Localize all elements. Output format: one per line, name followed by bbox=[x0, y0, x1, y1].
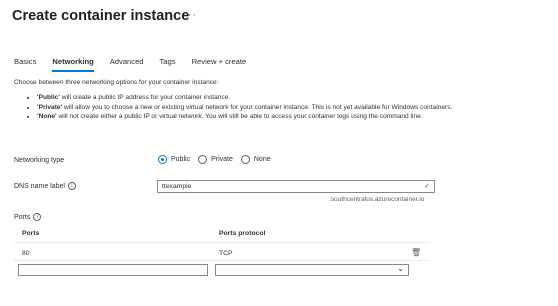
checkmark-icon: ✓ bbox=[424, 183, 430, 190]
radio-label: Private bbox=[211, 156, 233, 163]
new-port-input[interactable] bbox=[18, 264, 208, 276]
option-name: 'None' bbox=[37, 113, 57, 120]
dns-suffix: .southcentralus.azurecontainer.io bbox=[329, 196, 425, 203]
option-desc: will create a public IP address for your… bbox=[59, 94, 231, 101]
dns-name-label: DNS name label bbox=[14, 182, 65, 190]
chevron-down-icon: ⌄ bbox=[397, 264, 404, 273]
radio-selected-icon bbox=[158, 155, 167, 164]
tab-review-create[interactable]: Review + create bbox=[192, 57, 247, 72]
more-icon[interactable]: ··· bbox=[183, 9, 197, 21]
divider bbox=[14, 260, 430, 261]
ports-label: Ports bbox=[14, 213, 31, 221]
radio-label: Public bbox=[171, 156, 191, 163]
radio-private[interactable]: Private bbox=[198, 155, 233, 164]
option-desc: will not create either a public IP or vi… bbox=[56, 113, 423, 120]
column-header-ports-protocol: Ports protocol bbox=[219, 230, 266, 237]
info-icon[interactable]: i bbox=[33, 213, 42, 221]
radio-unselected-icon bbox=[240, 155, 250, 164]
ports-section-label-row: Ports i bbox=[14, 213, 42, 221]
list-item: 'Public' will create a public IP address… bbox=[37, 93, 467, 103]
divider bbox=[14, 242, 430, 243]
port-value: 80 bbox=[22, 250, 30, 257]
column-header-ports: Ports bbox=[22, 230, 40, 237]
protocol-value: TCP bbox=[219, 250, 233, 257]
intro-text: Choose between three networking options … bbox=[14, 79, 219, 86]
option-name: 'Private' bbox=[37, 103, 63, 111]
networking-options-list: 'Public' will create a public IP address… bbox=[27, 93, 467, 122]
tab-advanced[interactable]: Advanced bbox=[110, 57, 144, 72]
tab-networking[interactable]: Networking bbox=[52, 57, 94, 72]
radio-label: None bbox=[253, 156, 271, 163]
dns-name-input[interactable]: ttexample ✓ bbox=[157, 180, 435, 193]
new-protocol-select[interactable]: ⌄ bbox=[215, 264, 409, 276]
list-item: 'None' will not create either a public I… bbox=[37, 112, 467, 122]
dns-label-row: DNS name label i bbox=[14, 182, 76, 190]
info-icon[interactable]: i bbox=[67, 182, 76, 190]
radio-none[interactable]: None bbox=[240, 155, 271, 164]
networking-type-label: Networking type bbox=[14, 157, 65, 164]
option-name: 'Public' bbox=[37, 94, 60, 101]
radio-public[interactable]: Public bbox=[158, 155, 190, 164]
radio-unselected-icon bbox=[198, 155, 208, 164]
dns-name-value: ttexample bbox=[162, 183, 192, 190]
page-title: Create container instance bbox=[12, 8, 190, 24]
networking-type-radio-group: Public Private None bbox=[158, 155, 279, 164]
list-item: 'Private' will allow you to choose a new… bbox=[37, 103, 467, 113]
option-desc: will allow you to choose a new or existi… bbox=[62, 103, 453, 111]
tab-bar: Basics Networking Advanced Tags Review +… bbox=[14, 57, 262, 72]
tab-basics[interactable]: Basics bbox=[14, 57, 36, 72]
tab-tags[interactable]: Tags bbox=[160, 57, 176, 72]
trash-icon[interactable]: 🗑 bbox=[411, 248, 421, 257]
